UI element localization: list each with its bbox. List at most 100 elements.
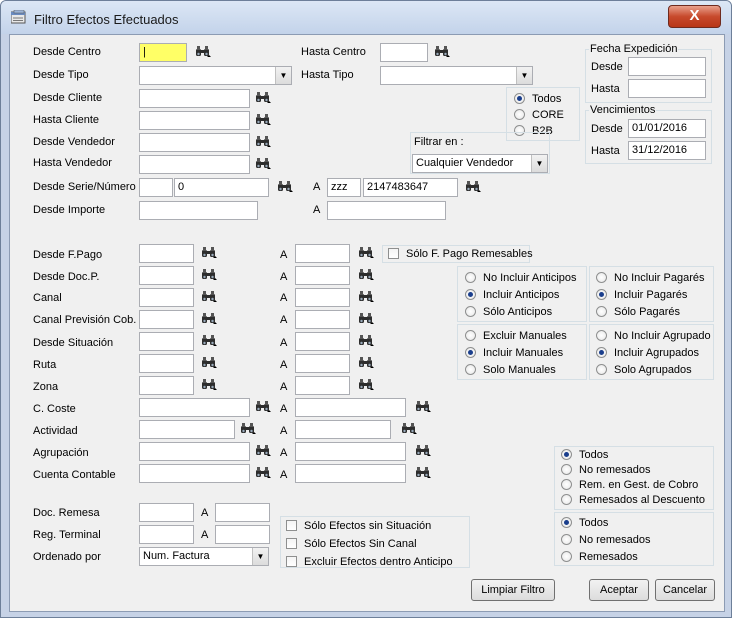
hasta-fpago-input[interactable] [295, 244, 350, 263]
hasta-cliente-input[interactable] [139, 111, 250, 130]
hasta-vendedor-input[interactable] [139, 155, 250, 174]
solo-anticipos-radio[interactable]: Sólo Anticipos [465, 305, 552, 319]
incluir-agrupados-radio[interactable]: Incluir Agrupados [596, 346, 699, 360]
binoculars-icon[interactable] [401, 423, 417, 435]
binoculars-icon[interactable] [201, 313, 217, 325]
hasta-importe-input[interactable] [327, 201, 446, 220]
hasta-zona-input[interactable] [295, 376, 350, 395]
hasta-tipo-select[interactable]: ▼ [380, 66, 533, 85]
aceptar-button[interactable]: Aceptar [589, 579, 649, 601]
hasta-canal-prevision-input[interactable] [295, 310, 350, 329]
no-incluir-agrupado-radio[interactable]: No Incluir Agrupado [596, 329, 711, 343]
binoculars-icon[interactable] [255, 136, 271, 148]
no-incluir-pagares-radio[interactable]: No Incluir Pagarés [596, 271, 705, 285]
binoculars-icon[interactable] [358, 357, 374, 369]
binoculars-icon[interactable] [358, 313, 374, 325]
solo-manuales-radio[interactable]: Solo Manuales [465, 363, 556, 377]
chevron-down-icon[interactable]: ▼ [252, 548, 268, 565]
desde-importe-input[interactable] [139, 201, 258, 220]
remesas2-remesados-radio[interactable]: Remesados [561, 550, 638, 564]
remesas2-no-remesados-radio[interactable]: No remesados [561, 533, 651, 547]
exp-hasta-input[interactable] [628, 79, 706, 98]
binoculars-icon[interactable] [255, 401, 271, 413]
filtrar-en-select[interactable]: Cualquier Vendedor ▼ [412, 154, 548, 173]
binoculars-icon[interactable] [358, 247, 374, 259]
desde-cuenta-contable-input[interactable] [139, 464, 250, 483]
chevron-down-icon[interactable]: ▼ [531, 155, 547, 172]
binoculars-icon[interactable] [434, 46, 450, 58]
desde-c-coste-input[interactable] [139, 398, 250, 417]
binoculars-icon[interactable] [201, 269, 217, 281]
binoculars-icon[interactable] [201, 379, 217, 391]
binoculars-icon[interactable] [201, 357, 217, 369]
desde-canal-prevision-input[interactable] [139, 310, 194, 329]
hasta-doc-remesa-input[interactable] [215, 503, 270, 522]
hasta-ruta-input[interactable] [295, 354, 350, 373]
binoculars-icon[interactable] [195, 46, 211, 58]
desde-serie-input[interactable] [139, 178, 173, 197]
hasta-cuenta-contable-input[interactable] [295, 464, 406, 483]
desde-zona-input[interactable] [139, 376, 194, 395]
hasta-centro-input[interactable] [380, 43, 428, 62]
binoculars-icon[interactable] [201, 335, 217, 347]
incluir-manuales-radio[interactable]: Incluir Manuales [465, 346, 563, 360]
chevron-down-icon[interactable]: ▼ [275, 67, 291, 84]
hasta-agrupacion-input[interactable] [295, 442, 406, 461]
chevron-down-icon[interactable]: ▼ [516, 67, 532, 84]
desde-canal-input[interactable] [139, 288, 194, 307]
desde-numero-input[interactable]: 0 [174, 178, 269, 197]
remesas-todos-radio[interactable]: Todos [561, 448, 608, 462]
rem-gest-cobro-radio[interactable]: Rem. en Gest. de Cobro [561, 478, 698, 492]
binoculars-icon[interactable] [201, 291, 217, 303]
exp-desde-input[interactable] [628, 57, 706, 76]
title-bar[interactable]: Filtro Efectos Efectuados X [1, 1, 731, 34]
binoculars-icon[interactable] [358, 291, 374, 303]
binoculars-icon[interactable] [255, 158, 271, 170]
hasta-docp-input[interactable] [295, 266, 350, 285]
no-incluir-anticipos-radio[interactable]: No Incluir Anticipos [465, 271, 577, 285]
binoculars-icon[interactable] [415, 467, 431, 479]
binoculars-icon[interactable] [240, 423, 256, 435]
binoculars-icon[interactable] [415, 445, 431, 457]
mandate-todos-radio[interactable]: Todos [514, 92, 561, 106]
binoculars-icon[interactable] [255, 467, 271, 479]
hasta-c-coste-input[interactable] [295, 398, 406, 417]
remesados-descuento-radio[interactable]: Remesados al Descuento [561, 493, 705, 507]
mandate-core-radio[interactable]: CORE [514, 108, 564, 122]
cancelar-button[interactable]: Cancelar [655, 579, 715, 601]
desde-actividad-input[interactable] [139, 420, 235, 439]
binoculars-icon[interactable] [415, 401, 431, 413]
solo-fpago-checkbox[interactable]: Sólo F. Pago Remesables [388, 247, 533, 261]
no-remesados-radio[interactable]: No remesados [561, 463, 651, 477]
binoculars-icon[interactable] [255, 114, 271, 126]
desde-agrupacion-input[interactable] [139, 442, 250, 461]
hasta-reg-terminal-input[interactable] [215, 525, 270, 544]
solo-pagares-radio[interactable]: Sólo Pagarés [596, 305, 680, 319]
binoculars-icon[interactable] [277, 181, 293, 193]
desde-centro-input[interactable]: | [139, 43, 187, 62]
incluir-pagares-radio[interactable]: Incluir Pagarés [596, 288, 687, 302]
binoculars-icon[interactable] [201, 247, 217, 259]
excluir-anticipo-checkbox[interactable]: Excluir Efectos dentro Anticipo [286, 555, 453, 569]
solo-sin-situacion-checkbox[interactable]: Sólo Efectos sin Situación [286, 519, 431, 533]
desde-situacion-input[interactable] [139, 332, 194, 351]
desde-doc-remesa-input[interactable] [139, 503, 194, 522]
binoculars-icon[interactable] [358, 379, 374, 391]
limpiar-filtro-button[interactable]: Limpiar Filtro [471, 579, 555, 601]
desde-tipo-select[interactable]: ▼ [139, 66, 292, 85]
binoculars-icon[interactable] [358, 269, 374, 281]
binoculars-icon[interactable] [465, 181, 481, 193]
close-button[interactable]: X [668, 5, 721, 28]
hasta-situacion-input[interactable] [295, 332, 350, 351]
binoculars-icon[interactable] [358, 335, 374, 347]
desde-fpago-input[interactable] [139, 244, 194, 263]
binoculars-icon[interactable] [255, 92, 271, 104]
ordenado-por-select[interactable]: Num. Factura ▼ [139, 547, 269, 566]
desde-docp-input[interactable] [139, 266, 194, 285]
solo-sin-canal-checkbox[interactable]: Sólo Efectos Sin Canal [286, 537, 417, 551]
venc-hasta-input[interactable]: 31/12/2016 [628, 141, 706, 160]
incluir-anticipos-radio[interactable]: Incluir Anticipos [465, 288, 559, 302]
hasta-numero-input[interactable]: 2147483647 [363, 178, 458, 197]
desde-vendedor-input[interactable] [139, 133, 250, 152]
solo-agrupados-radio[interactable]: Solo Agrupados [596, 363, 692, 377]
